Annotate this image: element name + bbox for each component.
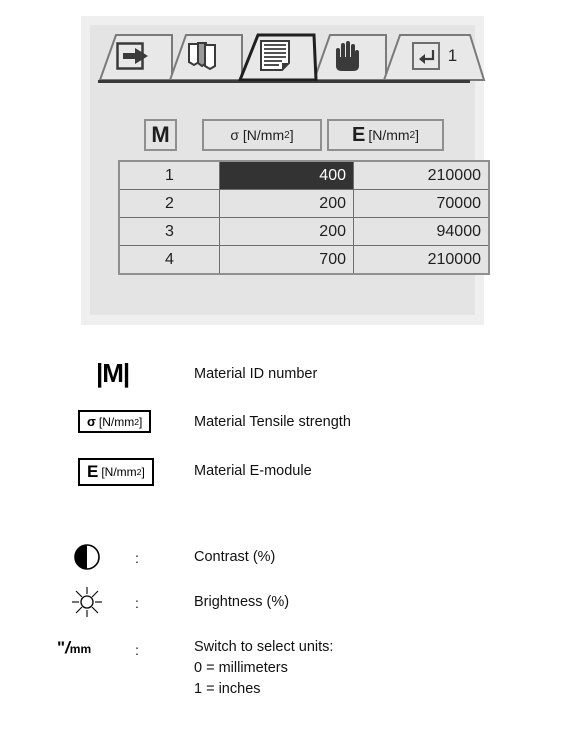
legend-symbol-units: "/mm (57, 638, 91, 658)
cell-tensile-strength[interactable]: 700 (219, 245, 354, 275)
e-bracket: ] (141, 465, 145, 479)
tab-hand[interactable] (312, 33, 388, 81)
mm-mark: mm (69, 642, 92, 656)
cell-material-id[interactable]: 2 (118, 189, 220, 218)
enter-return-icon (411, 42, 440, 70)
tab-document[interactable] (238, 33, 318, 81)
legend-item-material-id: |M| Material ID number (0, 350, 576, 400)
legend-symbol-material-id: |M| (96, 358, 130, 389)
brightness-icon (72, 587, 102, 617)
contrast-icon (74, 544, 100, 570)
table-body: 1 400 210000 2 200 70000 3 200 94000 4 7… (118, 160, 490, 275)
e-symbol: E (87, 462, 99, 481)
sigma-unit: [N/mm (242, 127, 285, 143)
sigma-symbol: σ (230, 127, 240, 143)
column-header-tensile-strength[interactable]: σ [N/mm 2] (202, 119, 322, 151)
legend-description-tensile-strength: Material Tensile strength (194, 414, 351, 430)
e-unit: [N/mm (101, 465, 137, 479)
column-header-e-module[interactable]: E [N/mm 2] (327, 119, 444, 151)
cell-material-id[interactable]: 3 (118, 217, 220, 246)
sigma-bracket: ] (289, 127, 294, 143)
cell-tensile-strength[interactable]: 400 (219, 160, 354, 190)
cell-material-id[interactable]: 4 (118, 245, 220, 275)
legend-symbol-brightness (70, 585, 104, 619)
e-bracket: ] (415, 127, 420, 143)
tab-enter-label: 1 (447, 46, 458, 65)
legend-item-contrast: : Contrast (%) (0, 538, 576, 582)
cell-material-id[interactable]: 1 (118, 160, 220, 190)
application-panel: 1 M σ [N/mm 2] E [N/mm 2] 1 400 210000 2… (81, 16, 490, 325)
stacked-pages-icon (187, 42, 216, 71)
legend-item-brightness: : Brightness (%) (0, 582, 576, 628)
tab-sheets[interactable] (168, 33, 244, 81)
column-header-m-label: M (151, 122, 170, 147)
legend-description-e-module: Material E-module (194, 463, 312, 479)
sigma-symbol: σ (87, 414, 96, 429)
legend-item-tensile-strength: σ [N/mm 2] Material Tensile strength (0, 400, 576, 448)
legend-colon: : (135, 550, 139, 566)
tab-enter[interactable]: 1 (382, 33, 486, 81)
inch-mark: " (57, 638, 66, 657)
e-symbol: E (351, 123, 366, 146)
legend-colon: : (135, 595, 139, 611)
m-bars-glyph: |M| (96, 358, 130, 388)
legend-symbol-e-module: E [N/mm 2] (78, 458, 154, 486)
cell-e-module[interactable]: 70000 (353, 189, 490, 218)
document-lines-icon (259, 40, 290, 71)
application-inner-panel: 1 M σ [N/mm 2] E [N/mm 2] 1 400 210000 2… (90, 25, 490, 315)
cell-tensile-strength[interactable]: 200 (219, 217, 354, 246)
table-row[interactable]: 3 200 94000 (118, 217, 490, 246)
legend-colon: : (135, 642, 139, 658)
tab-export[interactable] (98, 33, 174, 81)
column-header-material-id[interactable]: M (144, 119, 177, 151)
hand-icon (335, 41, 359, 71)
sigma-unit-box: σ [N/mm 2] (78, 410, 152, 433)
sigma-unit: [N/mm (98, 414, 135, 429)
legend-item-e-module: E [N/mm 2] Material E-module (0, 448, 576, 508)
cell-e-module[interactable]: 210000 (353, 160, 490, 190)
legend-item-units-switch: "/mm : Switch to select units: 0 = milli… (0, 628, 576, 708)
sigma-bracket: ] (139, 414, 143, 429)
units-glyph: "/mm (57, 638, 91, 658)
cell-e-module[interactable]: 94000 (353, 217, 490, 246)
legend-symbol-tensile-strength: σ [N/mm 2] (78, 410, 152, 433)
table-row[interactable]: 1 400 210000 (118, 160, 490, 190)
cell-e-module[interactable]: 210000 (353, 245, 490, 275)
legend-symbol-contrast (72, 542, 102, 572)
legend-list: |M| Material ID number σ [N/mm 2] Material… (0, 350, 576, 708)
table-row[interactable]: 2 200 70000 (118, 189, 490, 218)
arrow-into-box-icon (115, 42, 148, 70)
table-row[interactable]: 4 700 210000 (118, 245, 490, 275)
cell-tensile-strength[interactable]: 200 (219, 189, 354, 218)
legend-description-contrast: Contrast (%) (194, 549, 276, 565)
legend-description-brightness: Brightness (%) (194, 594, 290, 610)
e-unit-box: E [N/mm 2] (78, 458, 154, 486)
legend-description-material-id: Material ID number (194, 366, 318, 382)
e-unit: [N/mm (368, 127, 410, 143)
legend-description-units: Switch to select units: 0 = millimeters … (194, 639, 334, 697)
tab-bar: 1 (90, 25, 486, 83)
